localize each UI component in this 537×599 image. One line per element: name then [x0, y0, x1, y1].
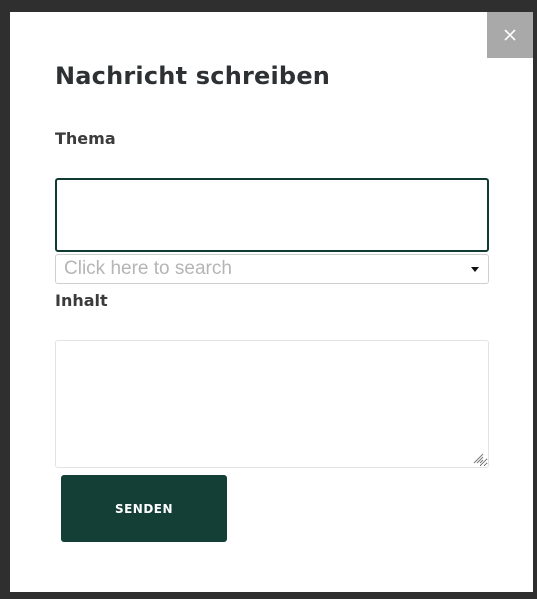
caret-down-icon	[471, 266, 479, 272]
search-placeholder: Click here to search	[64, 258, 232, 279]
thema-search-select[interactable]: Click here to search	[55, 254, 489, 284]
send-button[interactable]: SENDEN	[61, 475, 227, 542]
compose-message-dialog: Nachricht schreiben Thema Click here to …	[10, 12, 533, 592]
thema-input[interactable]	[55, 178, 489, 252]
inhalt-textarea[interactable]	[55, 340, 489, 468]
close-button[interactable]	[487, 12, 533, 58]
thema-label: Thema	[55, 129, 116, 148]
close-icon	[504, 29, 516, 41]
dialog-title: Nachricht schreiben	[55, 62, 331, 90]
inhalt-label: Inhalt	[55, 291, 108, 310]
